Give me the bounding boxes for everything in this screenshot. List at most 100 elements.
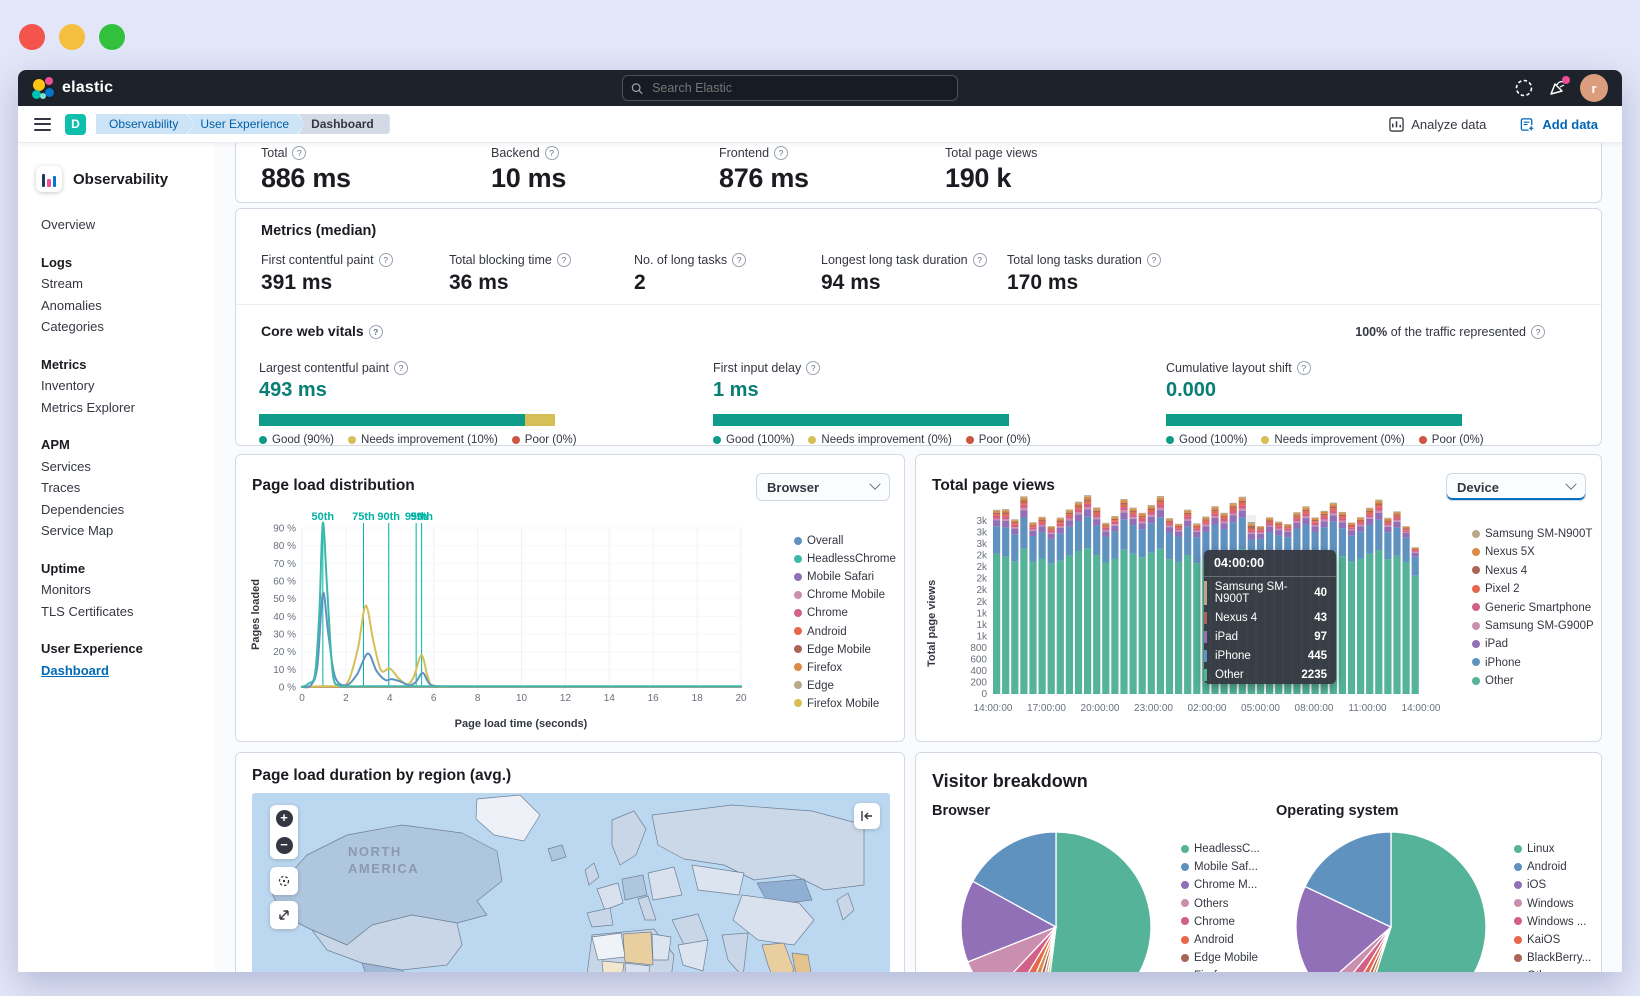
legend-item-android[interactable]: Android — [1181, 934, 1234, 946]
search-input[interactable] — [650, 80, 949, 96]
help-icon[interactable] — [806, 361, 820, 375]
total-page-views-title: Total page views — [932, 477, 1055, 495]
search-icon — [631, 82, 643, 95]
legend-item-windows[interactable]: Windows — [1514, 898, 1574, 910]
zoom-out-button[interactable]: − — [276, 837, 293, 854]
kpi-total: Total886 ms — [261, 146, 351, 194]
legend-item-ios[interactable]: iOS — [1514, 879, 1546, 891]
browser-pie-chart[interactable] — [956, 827, 1156, 972]
map-expand-button[interactable] — [270, 901, 298, 929]
legend-item-kaios[interactable]: KaiOS — [1514, 934, 1560, 946]
breadcrumb-dashboard[interactable]: Dashboard — [298, 114, 390, 134]
space-badge[interactable]: D — [65, 114, 86, 135]
add-data-button[interactable]: Add data — [1520, 117, 1598, 132]
help-icon[interactable] — [1531, 325, 1545, 339]
legend-item-others[interactable]: Others — [1514, 970, 1562, 972]
legend-item-samsung-sm-g900p[interactable]: Samsung SM-G900P — [1472, 620, 1594, 632]
cwv-first-input-delay: First input delay1 msGood (100%)Needs im… — [713, 361, 1013, 446]
window-close-button[interactable] — [19, 24, 45, 50]
legend-item-pixel-2[interactable]: Pixel 2 — [1472, 583, 1520, 595]
sidebar-item-traces[interactable]: Traces — [41, 477, 207, 499]
legend-item-nexus-5x[interactable]: Nexus 5X — [1472, 546, 1535, 558]
sidebar-item-anomalies[interactable]: Anomalies — [41, 295, 207, 317]
svg-text:2k: 2k — [976, 597, 988, 608]
cwv-largest-contentful-paint: Largest contentful paint493 msGood (90%)… — [259, 361, 559, 446]
analyze-chart-icon — [1389, 117, 1404, 132]
legend-item-edge-mobile[interactable]: Edge Mobile — [1181, 952, 1258, 964]
legend-item-chrome-m[interactable]: Chrome M... — [1181, 879, 1257, 891]
legend-item-overall[interactable]: Overall — [794, 535, 843, 547]
sidebar-item-tls-certificates[interactable]: TLS Certificates — [41, 601, 207, 623]
breadcrumb-observability[interactable]: Observability — [96, 114, 194, 134]
legend-item-other[interactable]: Other — [1472, 675, 1514, 687]
sidebar-item-dependencies[interactable]: Dependencies — [41, 499, 207, 521]
legend-item-headlesschrome[interactable]: HeadlessChrome — [794, 553, 896, 565]
legend-item-ipad[interactable]: iPad — [1472, 638, 1508, 650]
window-minimize-button[interactable] — [59, 24, 85, 50]
breadcrumb-user-experience[interactable]: User Experience — [187, 114, 305, 134]
sidebar-item-metrics-explorer[interactable]: Metrics Explorer — [41, 397, 207, 419]
legend-item-blackberry[interactable]: BlackBerry... — [1514, 952, 1591, 964]
map-legend-toggle-icon[interactable] — [854, 803, 880, 829]
sidebar-item-overview[interactable]: Overview — [41, 214, 207, 236]
svg-text:50th: 50th — [312, 511, 335, 523]
news-icon[interactable] — [1548, 78, 1568, 98]
help-icon[interactable] — [557, 253, 571, 267]
legend-item-windows[interactable]: Windows ... — [1514, 916, 1586, 928]
breakdown-select-device[interactable]: Device — [1446, 473, 1586, 501]
legend-item-android[interactable]: Android — [1514, 861, 1567, 873]
help-icon[interactable] — [1147, 253, 1161, 267]
global-search[interactable] — [622, 75, 958, 101]
legend-item-chrome[interactable]: Chrome — [794, 607, 848, 619]
legend-item-mobile-saf[interactable]: Mobile Saf... — [1181, 861, 1258, 873]
help-icon[interactable] — [379, 253, 393, 267]
help-icon[interactable] — [774, 146, 788, 160]
os-pie-chart[interactable] — [1291, 827, 1491, 972]
legend-item-firefox[interactable]: Firefox — [1181, 970, 1229, 972]
legend-item-firefox[interactable]: Firefox — [794, 662, 842, 674]
sidebar-item-stream[interactable]: Stream — [41, 273, 207, 295]
cwv-cumulative-layout-shift: Cumulative layout shift0.000Good (100%)N… — [1166, 361, 1466, 446]
sidebar-item-services[interactable]: Services — [41, 456, 207, 478]
legend-item-firefox-mobile[interactable]: Firefox Mobile — [794, 698, 879, 710]
svg-text:400: 400 — [970, 666, 987, 677]
legend-item-nexus-4[interactable]: Nexus 4 — [1472, 565, 1527, 577]
help-icon[interactable] — [1297, 361, 1311, 375]
help-icon[interactable] — [369, 325, 383, 339]
legend-item-chrome-mobile[interactable]: Chrome Mobile — [794, 589, 885, 601]
window-zoom-button[interactable] — [99, 24, 125, 50]
menu-icon[interactable] — [34, 118, 51, 131]
help-icon[interactable] — [292, 146, 306, 160]
legend-item-linux[interactable]: Linux — [1514, 843, 1555, 855]
analyze-data-button[interactable]: Analyze data — [1389, 117, 1486, 132]
sidebar-item-monitors[interactable]: Monitors — [41, 579, 207, 601]
total-page-views-chart[interactable]: 02004006008001k1k1k2k2k2k2k2k3k3k3k14:00… — [946, 515, 1436, 720]
world-map[interactable]: NORTHAMERICA + − — [252, 793, 890, 972]
avatar[interactable]: r — [1580, 74, 1608, 102]
map-locate-button[interactable] — [270, 867, 298, 895]
sidebar-item-service-map[interactable]: Service Map — [41, 520, 207, 542]
legend-item-android[interactable]: Android — [794, 626, 847, 638]
legend-item-edge[interactable]: Edge — [794, 680, 834, 692]
page-load-distribution-chart[interactable]: 0 %10 %20 %30 %40 %50 %60 %70 %80 %90 %0… — [266, 511, 761, 711]
legend-item-edge-mobile[interactable]: Edge Mobile — [794, 644, 871, 656]
legend-item-headlessc[interactable]: HeadlessC... — [1181, 843, 1260, 855]
page-load-distribution-panel: Page load distribution Browser Pages loa… — [235, 454, 905, 742]
legend-item-others[interactable]: Others — [1181, 898, 1229, 910]
zoom-in-button[interactable]: + — [276, 810, 293, 827]
legend-item-generic-smartphone[interactable]: Generic Smartphone — [1472, 602, 1591, 614]
help-icon[interactable] — [1514, 78, 1534, 98]
legend-item-chrome[interactable]: Chrome — [1181, 916, 1235, 928]
help-icon[interactable] — [973, 253, 987, 267]
legend-item-samsung-sm-n900t[interactable]: Samsung SM-N900T — [1472, 528, 1592, 540]
help-icon[interactable] — [545, 146, 559, 160]
help-icon[interactable] — [732, 253, 746, 267]
legend-item-mobile-safari[interactable]: Mobile Safari — [794, 571, 874, 583]
sidebar-item-dashboard[interactable]: Dashboard — [41, 660, 207, 682]
breakdown-select-browser[interactable]: Browser — [756, 473, 890, 501]
sidebar-item-categories[interactable]: Categories — [41, 316, 207, 338]
elastic-logo-brand[interactable]: elastic — [32, 77, 113, 99]
help-icon[interactable] — [394, 361, 408, 375]
sidebar-item-inventory[interactable]: Inventory — [41, 375, 207, 397]
legend-item-iphone[interactable]: iPhone — [1472, 657, 1521, 669]
